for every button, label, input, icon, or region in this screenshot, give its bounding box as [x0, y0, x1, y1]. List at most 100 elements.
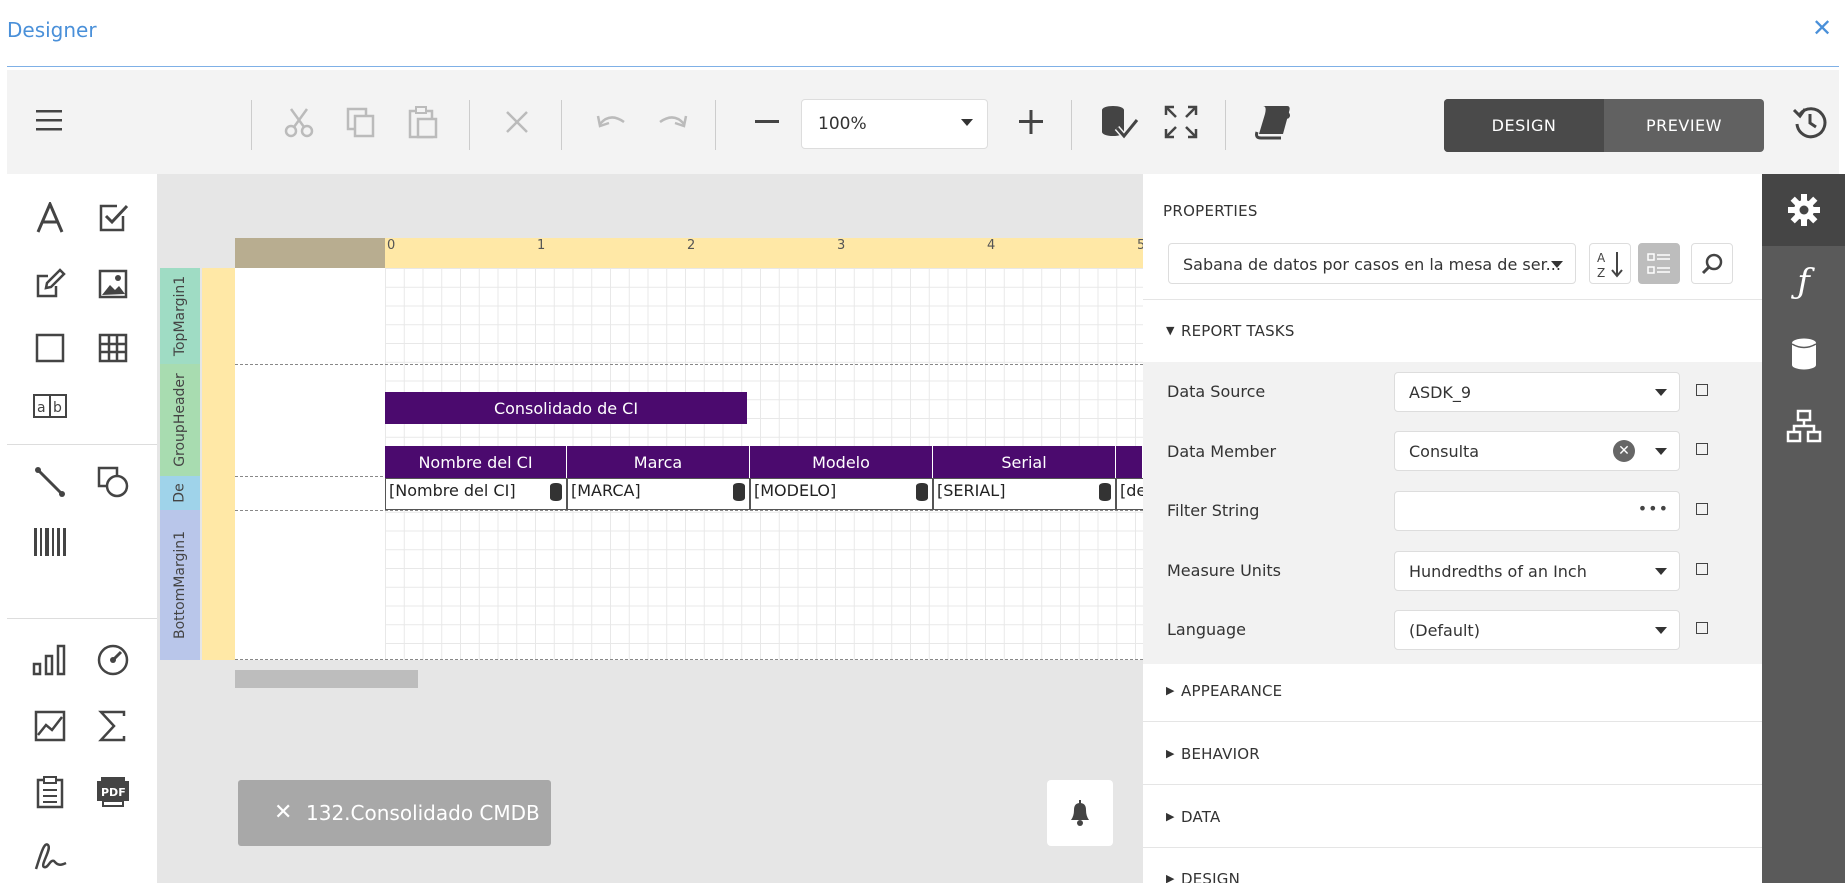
properties-tab[interactable]	[1762, 174, 1845, 246]
paste-icon[interactable]	[403, 102, 443, 142]
section-report-tasks[interactable]: ▼ REPORT TASKS	[1143, 322, 1762, 342]
barcode-tool-icon[interactable]	[30, 522, 70, 562]
clear-icon[interactable]: ✕	[1613, 440, 1635, 462]
validate-bindings-icon[interactable]	[1097, 100, 1141, 144]
language-select[interactable]: (Default)	[1394, 610, 1680, 650]
field-list-tab[interactable]	[1762, 318, 1845, 390]
copy-icon[interactable]	[341, 102, 381, 142]
band-bottom-margin[interactable]: BottomMargin1	[160, 510, 200, 660]
prop-value: Hundredths of an Inch	[1409, 562, 1587, 581]
history-icon[interactable]	[1790, 102, 1830, 142]
expressions-tab[interactable]: ƒ	[1762, 246, 1845, 318]
report-tab-label: 132.Consolidado CMDB	[306, 801, 540, 825]
zoom-select[interactable]: 100%	[801, 99, 988, 149]
zoom-value: 100%	[818, 114, 867, 134]
svg-text:PDF: PDF	[101, 786, 126, 799]
language-checkbox[interactable]	[1696, 622, 1708, 634]
section-data[interactable]: ▶ DATA	[1143, 808, 1762, 828]
sort-alphabetical-button[interactable]: AZ	[1589, 243, 1631, 284]
summary-tool-icon[interactable]	[93, 706, 133, 746]
detail-cell[interactable]: [MARCA]	[567, 478, 750, 510]
field-expression: [MARCA]	[571, 481, 641, 500]
title-divider	[7, 66, 1839, 67]
header-cell[interactable]: Modelo	[750, 446, 933, 478]
close-icon[interactable]: ✕	[1812, 14, 1832, 42]
label-tool-icon[interactable]	[30, 198, 70, 238]
detail-cell[interactable]: [SERIAL]	[933, 478, 1116, 510]
prop-label: Data Source	[1167, 382, 1266, 401]
menu-icon[interactable]	[31, 100, 67, 140]
band-group-header[interactable]: GroupHeader	[160, 364, 200, 476]
toolbar-separator	[1071, 100, 1072, 150]
signature-tool-icon[interactable]	[30, 836, 70, 876]
sparkline-tool-icon[interactable]	[30, 706, 70, 746]
line-tool-icon[interactable]	[30, 462, 70, 502]
toolbar-separator	[1225, 100, 1226, 150]
character-comb-tool-icon[interactable]: ab	[30, 386, 70, 426]
preview-mode-button[interactable]: PREVIEW	[1604, 99, 1764, 152]
detail-cell[interactable]: [MODELO]	[750, 478, 933, 510]
zoom-in-icon[interactable]	[1011, 102, 1051, 142]
toc-tool-icon[interactable]	[30, 772, 70, 812]
header-cell[interactable]: Serial	[933, 446, 1116, 478]
header-cell[interactable]: Nombre del CI	[385, 446, 567, 478]
ruler-mark: 3	[837, 238, 846, 253]
measure-units-checkbox[interactable]	[1696, 563, 1708, 575]
categorized-view-button[interactable]	[1638, 243, 1680, 284]
picture-tool-icon[interactable]	[93, 264, 133, 304]
detail-cell[interactable]: [de	[1116, 478, 1143, 510]
band-label: TopMargin1	[172, 275, 189, 357]
expand-right-icon: ▶	[1166, 747, 1175, 760]
data-source-select[interactable]: ASDK_9	[1394, 372, 1680, 412]
design-surface[interactable]: 0 1 2 3 4 5 TopMargin1 GroupHeader De Bo…	[157, 174, 1143, 883]
field-expression: [SERIAL]	[937, 481, 1006, 500]
measure-units-select[interactable]: Hundredths of an Inch	[1394, 551, 1680, 591]
close-tab-icon[interactable]: ✕	[274, 800, 292, 825]
toolbar-separator	[561, 100, 562, 150]
richtext-tool-icon[interactable]	[30, 264, 70, 304]
checkbox-tool-icon[interactable]	[93, 198, 133, 238]
fullscreen-icon[interactable]	[1159, 100, 1203, 144]
filter-string-input[interactable]: •••	[1394, 491, 1680, 531]
expand-right-icon: ▶	[1166, 872, 1175, 883]
band-top-margin[interactable]: TopMargin1	[160, 268, 200, 364]
field-expression: [Nombre del CI]	[389, 481, 516, 500]
horizontal-scrollbar[interactable]	[235, 670, 418, 688]
object-selector[interactable]: Sabana de datos por casos en la mesa de …	[1168, 243, 1576, 284]
report-page[interactable]: Consolidado de CI Nombre del CI Marca Mo…	[235, 268, 1143, 660]
section-appearance[interactable]: ▶ APPEARANCE	[1143, 682, 1762, 702]
search-button[interactable]	[1691, 243, 1733, 284]
ellipsis-icon[interactable]: •••	[1638, 499, 1669, 518]
pdf-content-tool-icon[interactable]: PDF	[93, 772, 133, 812]
data-member-checkbox[interactable]	[1696, 443, 1708, 455]
report-explorer-tab[interactable]	[1762, 390, 1845, 462]
scripts-icon[interactable]	[1251, 100, 1295, 144]
table-tool-icon[interactable]	[93, 328, 133, 368]
redo-icon[interactable]	[653, 102, 693, 142]
chevron-down-icon	[1655, 389, 1667, 396]
data-source-checkbox[interactable]	[1696, 384, 1708, 396]
cut-icon[interactable]	[279, 102, 319, 142]
report-tab[interactable]: ✕ 132.Consolidado CMDB	[238, 780, 551, 846]
section-behavior[interactable]: ▶ BEHAVIOR	[1143, 745, 1762, 765]
delete-icon[interactable]	[497, 102, 537, 142]
data-member-select[interactable]: Consulta ✕	[1394, 431, 1680, 471]
band-detail[interactable]: De	[160, 476, 200, 510]
detail-cell[interactable]: [Nombre del CI]	[385, 478, 567, 510]
section-design[interactable]: ▶ DESIGN	[1143, 870, 1762, 883]
report-title-label[interactable]: Consolidado de CI	[385, 392, 747, 424]
section-label: APPEARANCE	[1181, 682, 1283, 700]
header-cell[interactable]: Marca	[567, 446, 750, 478]
notifications-button[interactable]	[1047, 780, 1113, 846]
filter-string-checkbox[interactable]	[1696, 503, 1708, 515]
zoom-out-icon[interactable]	[747, 102, 787, 142]
panel-tool-icon[interactable]	[30, 328, 70, 368]
header-cell[interactable]	[1116, 446, 1143, 478]
shape-tool-icon[interactable]	[93, 462, 133, 502]
undo-icon[interactable]	[591, 102, 631, 142]
chart-tool-icon[interactable]	[30, 640, 70, 680]
svg-text:Z: Z	[1597, 266, 1605, 279]
design-mode-button[interactable]: DESIGN	[1444, 99, 1604, 152]
page-left-margin	[235, 268, 385, 660]
gauge-tool-icon[interactable]	[93, 640, 133, 680]
